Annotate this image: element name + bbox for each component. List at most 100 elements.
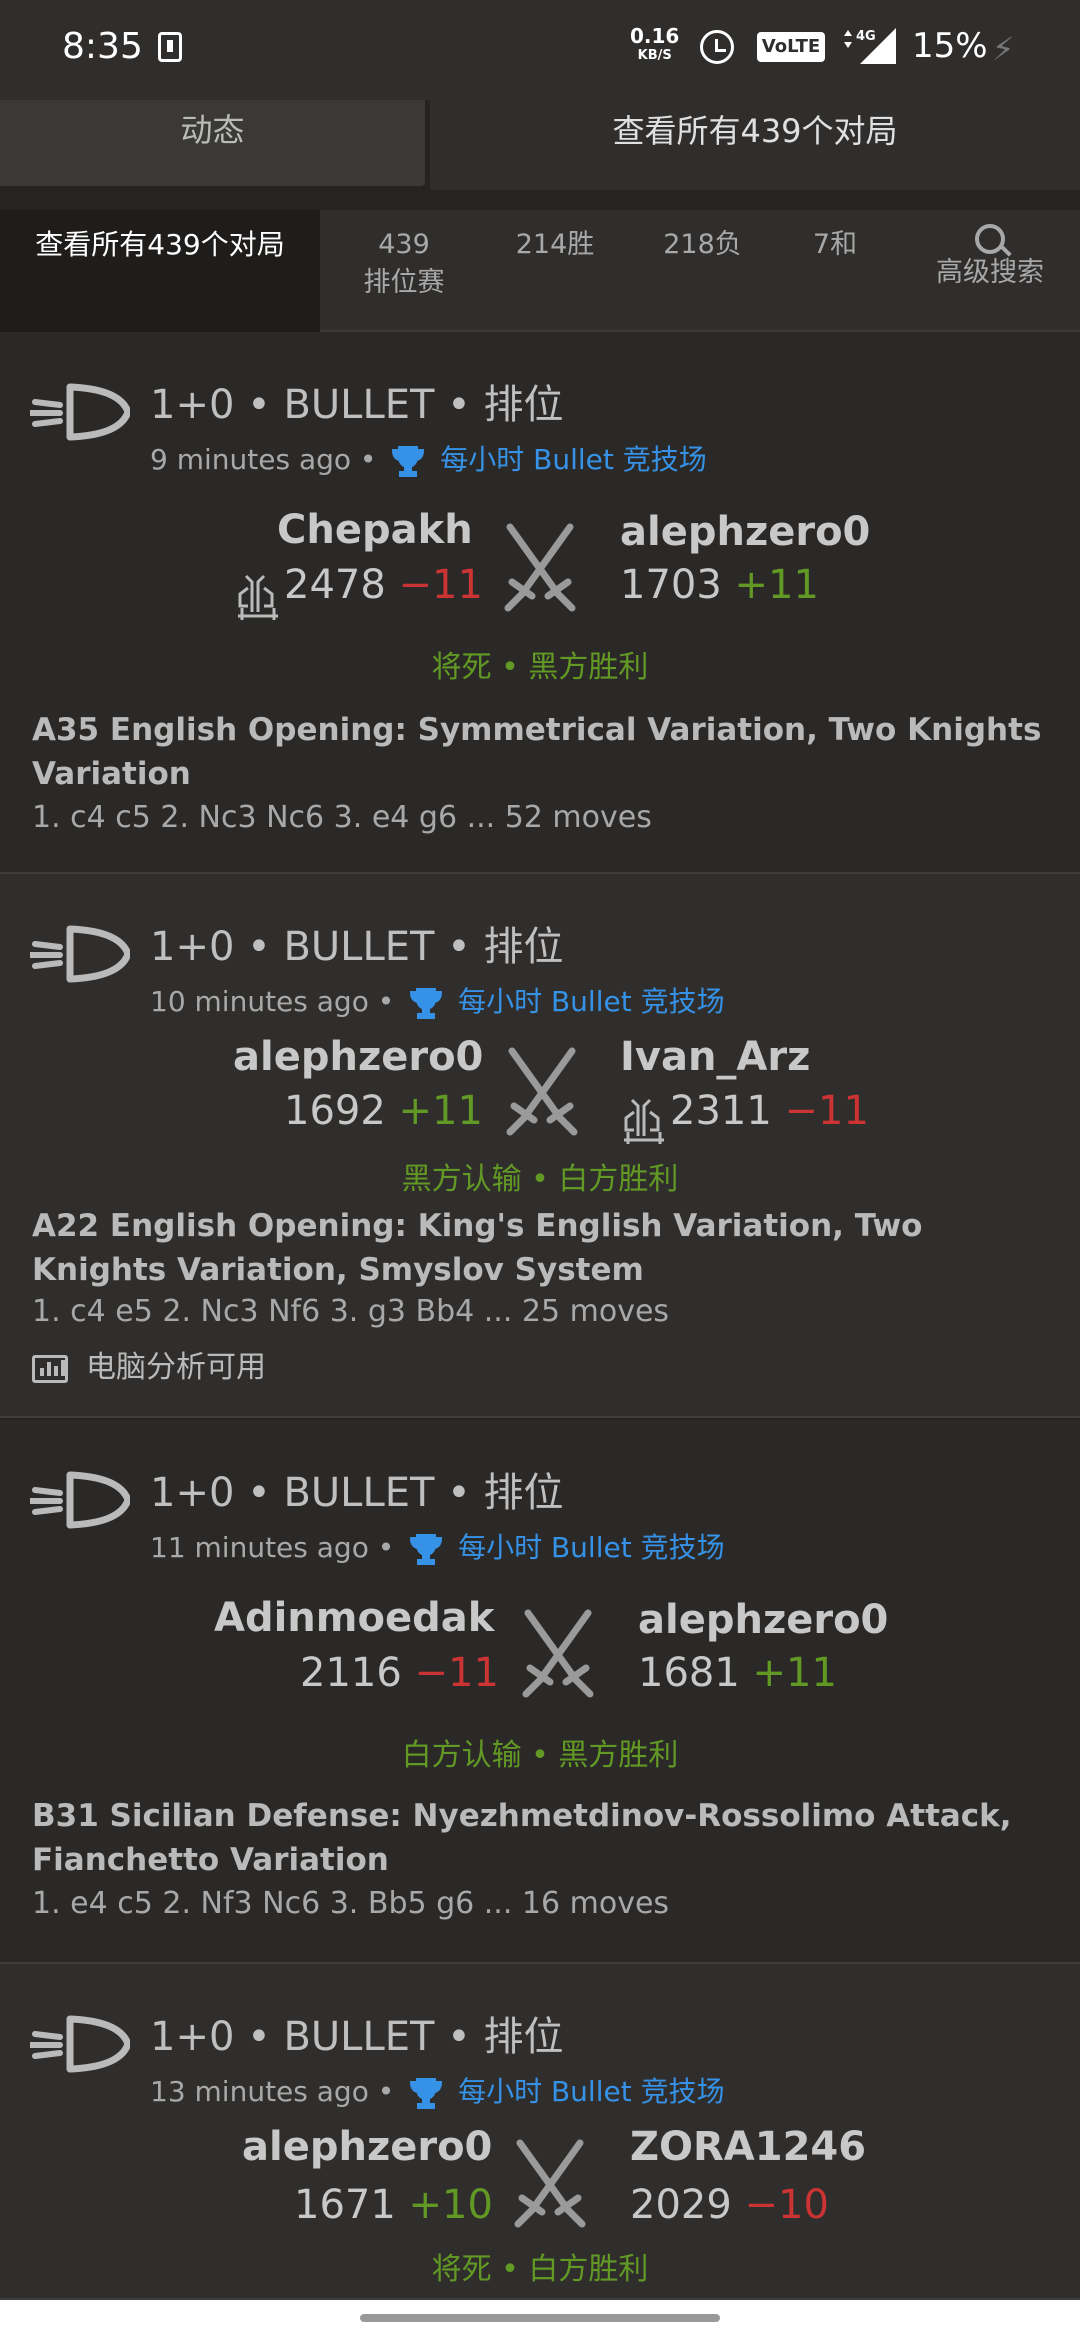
rating-diff: −10 — [744, 2182, 829, 2228]
bullet-icon — [30, 383, 130, 441]
time-ago: 10 minutes ago • — [150, 985, 395, 1018]
trophy-icon — [410, 988, 443, 1019]
black-player-name[interactable]: ZORA1246 — [630, 2124, 866, 2170]
tournament-link[interactable]: 每小时 Bullet 竞技场 — [458, 2075, 725, 2108]
game-filter-bar: 查看所有439个对局 439 排位赛 214胜 218负 7和 高级搜索 — [0, 210, 1080, 332]
black-player-rating: 2311 −11 — [670, 1088, 869, 1134]
home-gesture-handle[interactable] — [360, 2314, 720, 2322]
move-list: 1. c4 c5 2. Nc3 Nc6 3. e4 g6 ... 52 move… — [32, 800, 652, 835]
game-title: 1+0 • BULLET • 排位 — [150, 382, 564, 428]
game-subtitle: 11 minutes ago • 每小时 Bullet 竞技场 — [150, 1526, 725, 1566]
tab-activity[interactable]: 动态 — [0, 100, 425, 186]
alarm-icon — [700, 30, 734, 64]
volte-badge: VoLTE — [757, 32, 825, 62]
bullet-icon — [30, 925, 130, 983]
advanced-search-label: 高级搜索 — [936, 257, 1044, 288]
black-player-name[interactable]: alephzero0 — [620, 509, 870, 555]
analysis-label: 电脑分析可用 — [86, 1350, 266, 1385]
rating-value: 2116 — [300, 1650, 402, 1696]
opening-name: A35 English Opening: Symmetrical Variati… — [32, 712, 1042, 792]
game-title: 1+0 • BULLET • 排位 — [150, 924, 564, 970]
signal-icon: 4G — [844, 28, 896, 64]
game-result: 将死 • 白方胜利 — [431, 2252, 649, 2287]
move-list: 1. e4 c5 2. Nf3 Nc6 3. Bb5 g6 ... 16 mov… — [32, 1886, 670, 1921]
time-ago: 9 minutes ago • — [150, 443, 377, 476]
game-card[interactable]: 1+0 • BULLET • 排位 9 minutes ago • 每小时 Bu… — [0, 332, 1080, 874]
black-player-name[interactable]: Ivan_Arz — [620, 1034, 810, 1080]
swords-icon — [506, 1047, 578, 1136]
white-player-rating: 1692 +11 — [284, 1088, 483, 1134]
rating-diff: +10 — [408, 2182, 493, 2228]
white-player-name[interactable]: alephzero0 — [233, 1034, 483, 1080]
swords-icon — [504, 523, 576, 612]
computer-analysis[interactable]: 电脑分析可用 — [32, 1342, 266, 1386]
trophy-icon — [392, 446, 425, 477]
tournament-link[interactable]: 每小时 Bullet 竞技场 — [458, 1531, 725, 1564]
rating-value: 2478 — [284, 562, 386, 608]
white-player-rating: 2116 −11 — [300, 1650, 499, 1696]
game-title: 1+0 • BULLET • 排位 — [150, 2014, 564, 2060]
filter-wins[interactable]: 214胜 — [500, 226, 610, 264]
bullet-icon — [30, 2015, 130, 2073]
game-subtitle: 10 minutes ago • 每小时 Bullet 竞技场 — [150, 980, 725, 1020]
rating-diff: +11 — [752, 1650, 837, 1696]
white-player-rating: 2478 −11 — [284, 562, 483, 608]
white-player-rating: 1671 +10 — [294, 2182, 493, 2228]
rated-label: 排位赛 — [363, 267, 445, 298]
trophy-icon — [410, 1534, 443, 1565]
charging-bolt-icon: ⚡ — [992, 30, 1015, 68]
white-player-name[interactable]: Chepakh — [277, 507, 473, 553]
network-speed: 0.16 KB/S — [630, 26, 679, 66]
game-result: 黑方认输 • 白方胜利 — [401, 1162, 679, 1197]
game-card[interactable]: 1+0 • BULLET • 排位 11 minutes ago • 每小时 B… — [0, 1420, 1080, 1964]
game-result: 将死 • 黑方胜利 — [431, 650, 649, 685]
game-title: 1+0 • BULLET • 排位 — [150, 1470, 564, 1516]
black-player-rating: 1681 +11 — [638, 1650, 837, 1696]
analysis-chart-icon — [32, 1354, 68, 1383]
speed-value: 0.16 — [630, 24, 680, 48]
filter-losses[interactable]: 218负 — [650, 226, 755, 264]
download-icon — [158, 32, 182, 62]
tab-all-games[interactable]: 查看所有439个对局 — [430, 100, 1080, 190]
system-nav-bar — [0, 2300, 1080, 2340]
rating-value: 2311 — [670, 1088, 772, 1134]
swords-icon — [514, 2139, 586, 2228]
top-tabs: 动态 查看所有439个对局 — [0, 100, 1080, 190]
white-player-name[interactable]: Adinmoedak — [214, 1595, 494, 1641]
search-icon — [975, 224, 1005, 254]
game-result: 白方认输 • 黑方胜利 — [401, 1738, 679, 1773]
opening-name: B31 Sicilian Defense: Nyezhmetdinov-Ross… — [32, 1798, 1012, 1878]
rating-value: 2029 — [630, 2182, 732, 2228]
tournament-player-icon — [238, 574, 278, 620]
game-subtitle: 9 minutes ago • 每小时 Bullet 竞技场 — [150, 438, 707, 478]
white-player-name[interactable]: alephzero0 — [242, 2124, 492, 2170]
rating-diff: −11 — [398, 562, 483, 608]
filter-all-games[interactable]: 查看所有439个对局 — [0, 210, 320, 332]
tournament-player-icon — [624, 1098, 664, 1144]
game-subtitle: 13 minutes ago • 每小时 Bullet 竞技场 — [150, 2070, 725, 2110]
game-card[interactable]: 1+0 • BULLET • 排位 10 minutes ago • 每小时 B… — [0, 874, 1080, 1418]
filter-advanced-search[interactable]: 高级搜索 — [920, 224, 1060, 292]
status-bar: 8:35 0.16 KB/S VoLTE 4G 15% ⚡ — [0, 0, 1080, 100]
rating-diff: −11 — [414, 1650, 499, 1696]
rating-value: 1681 — [638, 1650, 740, 1696]
opening-name: A22 English Opening: King's English Vari… — [32, 1208, 923, 1288]
bullet-icon — [30, 1471, 130, 1529]
filter-rated[interactable]: 439 排位赛 — [344, 226, 464, 302]
rating-diff: −11 — [784, 1088, 869, 1134]
battery-level: 15% — [912, 26, 988, 66]
filter-draws[interactable]: 7和 — [795, 226, 875, 264]
tournament-link[interactable]: 每小时 Bullet 竞技场 — [458, 985, 725, 1018]
game-card[interactable]: 1+0 • BULLET • 排位 13 minutes ago • 每小时 B… — [0, 1964, 1080, 2300]
black-player-name[interactable]: alephzero0 — [638, 1597, 888, 1643]
speed-unit: KB/S — [637, 48, 672, 63]
rated-count: 439 — [378, 229, 430, 260]
black-player-rating: 2029 −10 — [630, 2182, 829, 2228]
rating-diff: +11 — [398, 1088, 483, 1134]
swords-icon — [522, 1609, 594, 1698]
trophy-icon — [410, 2078, 443, 2109]
rating-value: 1703 — [620, 562, 722, 608]
status-time: 8:35 — [62, 26, 143, 67]
time-ago: 11 minutes ago • — [150, 1531, 395, 1564]
tournament-link[interactable]: 每小时 Bullet 竞技场 — [440, 443, 707, 476]
